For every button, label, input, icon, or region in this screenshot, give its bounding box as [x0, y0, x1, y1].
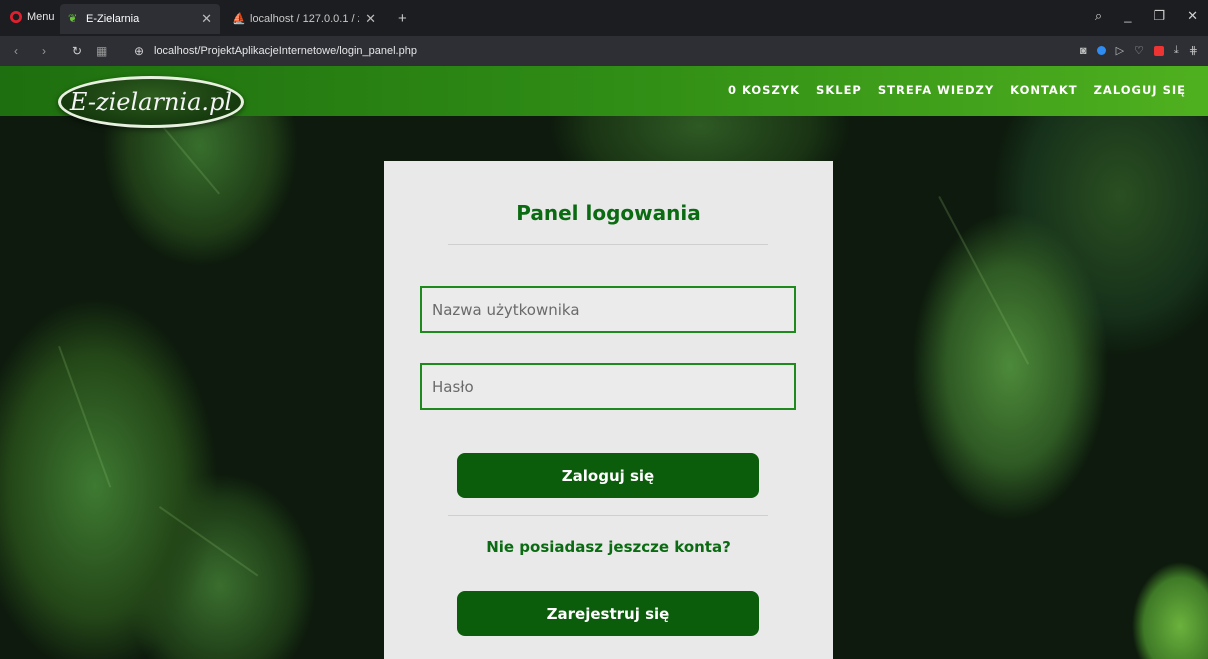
new-tab-plus-icon[interactable]: + — [398, 10, 407, 27]
register-button[interactable]: Zarejestruj się — [457, 591, 759, 636]
vpn-shield-icon[interactable] — [1096, 46, 1106, 55]
toolbar-icons: ◙ ▷ ♡ ⤓ ⋕ — [1080, 44, 1198, 57]
camera-icon[interactable]: ◙ — [1080, 45, 1087, 57]
speed-dial-icon[interactable]: ▦ — [96, 44, 107, 58]
nav-knowledge-link[interactable]: STREFA WIEDZY — [878, 83, 994, 97]
password-input[interactable] — [420, 363, 796, 410]
play-icon[interactable]: ▷ — [1116, 44, 1124, 57]
tab-phpmyadmin[interactable]: ⛵ localhost / 127.0.0.1 / ziela ✕ — [224, 4, 384, 34]
browser-tab-bar: Menu ❦ E-Zielarnia ✕ ⛵ localhost / 127.0… — [0, 0, 1208, 36]
no-account-text: Nie posiadasz jeszcze konta? — [486, 538, 731, 556]
window-controls: ⌕ _ ❐ ✕ — [1095, 8, 1198, 24]
browser-menu-button[interactable]: Menu — [10, 11, 55, 23]
phpmyadmin-icon: ⛵ — [232, 13, 246, 25]
restore-icon[interactable]: ❐ — [1153, 8, 1165, 24]
globe-icon: ⊕ — [134, 44, 145, 58]
reload-icon[interactable]: ↻ — [72, 44, 82, 58]
minimize-icon[interactable]: _ — [1124, 8, 1131, 24]
main-nav: 0 KOSZYK SKLEP STREFA WIEDZY KONTAKT ZAL… — [728, 83, 1186, 97]
opera-logo-icon — [10, 11, 22, 23]
page-viewport: E-zielarnia.pl 0 KOSZYK SKLEP STREFA WIE… — [0, 66, 1208, 659]
leaf-icon: ❦ — [68, 13, 78, 25]
username-input[interactable] — [420, 286, 796, 333]
extension-icon[interactable] — [1153, 45, 1164, 56]
site-header: E-zielarnia.pl 0 KOSZYK SKLEP STREFA WIE… — [0, 66, 1208, 128]
close-window-icon[interactable]: ✕ — [1187, 8, 1198, 24]
url-field[interactable]: localhost/ProjektAplikacjeInternetowe/lo… — [154, 45, 417, 57]
browser-menu-label: Menu — [27, 11, 55, 23]
easy-setup-icon[interactable]: ⋕ — [1189, 44, 1198, 57]
logo-text: E-zielarnia.pl — [69, 88, 233, 116]
download-icon[interactable]: ⤓ — [1174, 44, 1179, 57]
close-icon[interactable]: ✕ — [201, 11, 212, 27]
tab-title: E-Zielarnia — [86, 13, 140, 25]
forward-icon[interactable]: › — [42, 44, 46, 58]
tab-title: localhost / 127.0.0.1 / ziela — [250, 13, 359, 25]
nav-cart-link[interactable]: 0 KOSZYK — [728, 83, 800, 97]
nav-login-link[interactable]: ZALOGUJ SIĘ — [1094, 83, 1186, 97]
close-icon[interactable]: ✕ — [365, 11, 376, 27]
nav-contact-link[interactable]: KONTAKT — [1010, 83, 1077, 97]
tab-e-zielarnia[interactable]: ❦ E-Zielarnia ✕ — [60, 4, 220, 34]
search-icon[interactable]: ⌕ — [1095, 8, 1102, 24]
site-logo[interactable]: E-zielarnia.pl — [58, 76, 244, 128]
login-button[interactable]: Zaloguj się — [457, 453, 759, 498]
login-panel: Panel logowania Zaloguj się Nie posiadas… — [384, 161, 833, 659]
address-bar: ‹ › ↻ ▦ ⊕ localhost/ProjektAplikacjeInte… — [0, 36, 1208, 66]
login-title: Panel logowania — [516, 201, 701, 225]
heart-icon[interactable]: ♡ — [1134, 44, 1144, 57]
nav-shop-link[interactable]: SKLEP — [816, 83, 862, 97]
back-icon[interactable]: ‹ — [14, 44, 18, 58]
divider — [448, 515, 768, 516]
divider — [448, 244, 768, 245]
